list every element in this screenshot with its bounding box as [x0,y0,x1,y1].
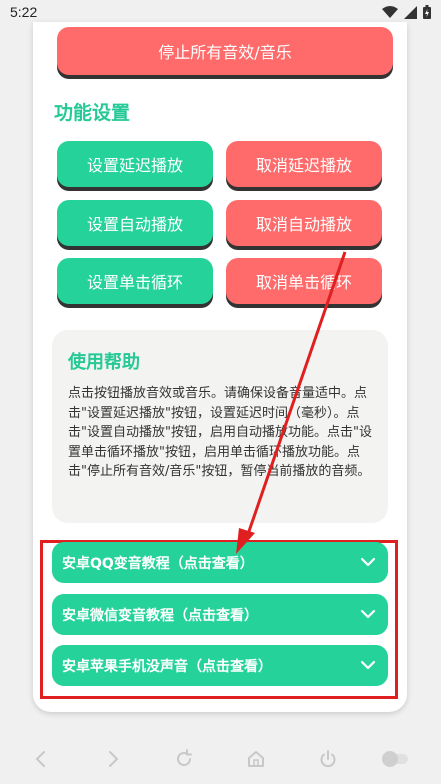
signal-icon [404,5,417,19]
tutorial-label: 安卓苹果手机没声音（点击查看） [62,658,272,675]
status-time: 5:22 [10,4,38,20]
toggle-icon[interactable] [380,749,410,769]
stop-all-button[interactable]: 停止所有音效/音乐 [57,27,393,75]
tutorial-label: 安卓微信变音教程（点击查看） [62,607,258,624]
help-box: 使用帮助 点击按钮播放音效或音乐。请确保设备音量适中。点击"设置延迟播放"按钮，… [52,330,388,523]
set-loop-button[interactable]: 设置单击循环 [57,258,213,304]
tutorial-qq[interactable]: 安卓QQ变音教程（点击查看） [52,542,388,583]
power-icon[interactable] [318,749,338,769]
wifi-icon [382,5,398,18]
back-icon[interactable] [32,749,50,769]
chevron-down-icon [360,609,376,619]
set-delay-button[interactable]: 设置延迟播放 [57,141,213,187]
battery-icon [423,5,431,19]
set-autoplay-button[interactable]: 设置自动播放 [57,200,213,246]
tutorial-wechat[interactable]: 安卓微信变音教程（点击查看） [52,594,388,635]
settings-title: 功能设置 [54,102,131,124]
cancel-autoplay-button[interactable]: 取消自动播放 [226,200,382,246]
chevron-down-icon [360,557,376,567]
cancel-delay-button[interactable]: 取消延迟播放 [226,141,382,187]
tutorial-iphone[interactable]: 安卓苹果手机没声音（点击查看） [52,645,388,686]
help-title: 使用帮助 [68,352,140,373]
forward-icon[interactable] [104,749,122,769]
tutorial-label: 安卓QQ变音教程（点击查看） [62,555,254,572]
cancel-loop-button[interactable]: 取消单击循环 [226,258,382,304]
status-icons [382,5,431,19]
home-icon[interactable] [246,749,266,769]
help-text: 点击按钮播放音效或音乐。请确保设备音量适中。点击"设置延迟播放"按钮，设置延迟时… [68,386,372,479]
refresh-icon[interactable] [174,749,194,769]
chevron-down-icon [360,660,376,670]
bottom-nav [0,736,441,784]
